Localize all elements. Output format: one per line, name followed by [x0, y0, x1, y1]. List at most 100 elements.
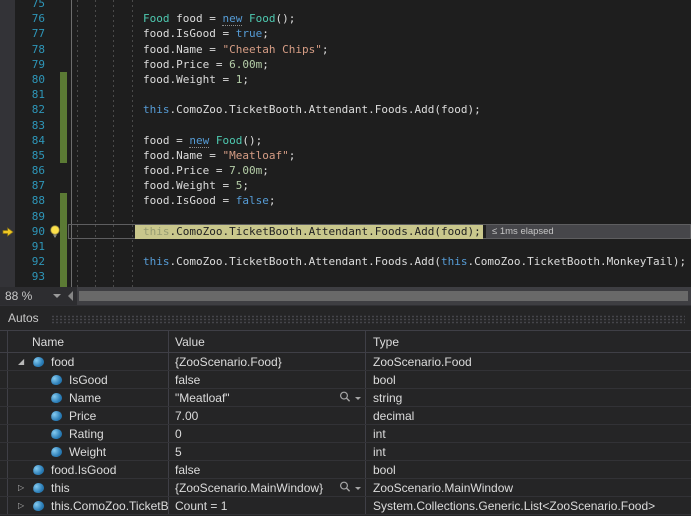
- field-icon: [50, 391, 63, 403]
- autos-name: IsGood: [69, 373, 108, 387]
- code-token: ;: [262, 164, 269, 177]
- autos-title-bar[interactable]: Autos: [0, 305, 691, 330]
- code-token: .ComoZoo.TicketBooth.MonkeyTail);: [468, 255, 687, 268]
- autos-value: 5: [175, 445, 182, 459]
- autos-row[interactable]: IsGoodfalsebool: [0, 371, 691, 389]
- autos-row[interactable]: Weight5int: [0, 443, 691, 461]
- code-line[interactable]: 92this.ComoZoo.TicketBooth.Attendant.Foo…: [0, 254, 691, 269]
- autos-row[interactable]: ▷this.ComoZoo.TicketBoCount = 1System.Co…: [0, 497, 691, 515]
- code-token: food.Name =: [143, 43, 222, 56]
- code-line[interactable]: 86food.Price = 7.00m;: [0, 163, 691, 178]
- code-line[interactable]: 77 food.IsGood = true;: [0, 26, 691, 41]
- code-line[interactable]: 80food.Weight = 1;: [0, 72, 691, 87]
- code-line[interactable]: ≤ 1ms elapsed90this.ComoZoo.TicketBooth.…: [0, 224, 691, 239]
- left-triangle-icon: [68, 291, 73, 301]
- code-line[interactable]: 78food.Name = "Cheetah Chips";: [0, 42, 691, 57]
- line-number: 83: [15, 118, 45, 133]
- code-token: this: [143, 225, 170, 238]
- row-stub: [0, 371, 8, 388]
- code-line[interactable]: 89: [0, 209, 691, 224]
- expander-collapsed-icon[interactable]: ▷: [16, 483, 33, 492]
- code-line[interactable]: 82this.ComoZoo.TicketBooth.Attendant.Foo…: [0, 102, 691, 117]
- autos-value: false: [175, 463, 200, 477]
- autos-rows: ◢food{ZooScenario.Food}ZooScenario.FoodI…: [0, 353, 691, 515]
- code-editor[interactable]: 7576Food food = new Food();77food.IsGood…: [0, 0, 691, 287]
- autos-header: Name Value Type: [0, 330, 691, 353]
- code-token: food.IsGood =: [143, 194, 236, 207]
- horizontal-scrollbar[interactable]: 88 %: [0, 287, 691, 305]
- code-line[interactable]: 91: [0, 239, 691, 254]
- code-line[interactable]: 76Food food = new Food();: [0, 11, 691, 26]
- autos-name-cell: ◢food: [8, 353, 169, 370]
- code-token: Food: [216, 134, 243, 147]
- zoom-control[interactable]: 88 %: [0, 289, 63, 303]
- code-token: Food: [249, 12, 276, 25]
- code-token: ;: [322, 43, 329, 56]
- row-stub: [0, 407, 8, 424]
- header-stub: [0, 331, 8, 352]
- code-line[interactable]: 79food.Price = 6.00m;: [0, 57, 691, 72]
- perf-tip[interactable]: ≤ 1ms elapsed: [486, 225, 690, 238]
- code-text: food.Weight = 1;: [143, 72, 249, 87]
- code-token: ;: [262, 27, 269, 40]
- autos-row[interactable]: ▷this{ZooScenario.MainWindow}ZooScenario…: [0, 479, 691, 497]
- line-number: 77: [15, 26, 45, 41]
- code-token: food =: [170, 12, 223, 25]
- row-stub: [0, 479, 8, 496]
- code-text: food.IsGood = true;: [143, 26, 269, 41]
- line-number: 93: [15, 269, 45, 284]
- column-header-type[interactable]: Type: [366, 331, 691, 352]
- line-number: 85: [15, 148, 45, 163]
- lightbulb-icon[interactable]: [49, 225, 61, 238]
- scrollbar-thumb[interactable]: [79, 291, 688, 301]
- row-stub: [0, 443, 8, 460]
- autos-name: food.IsGood: [51, 463, 116, 477]
- field-icon: [32, 463, 45, 475]
- code-token: .ComoZoo.TicketBooth.Attendant.Foods.Add…: [170, 103, 481, 116]
- code-text: this.ComoZoo.TicketBooth.Attendant.Foods…: [143, 254, 686, 269]
- code-token: [242, 12, 249, 25]
- autos-row[interactable]: ◢food{ZooScenario.Food}ZooScenario.Food: [0, 353, 691, 371]
- scrollbar-track[interactable]: [77, 287, 691, 305]
- autos-value-cell: false: [169, 461, 366, 478]
- autos-name-cell: Price: [8, 407, 169, 424]
- code-line[interactable]: 85food.Name = "Meatloaf";: [0, 148, 691, 163]
- autos-value: {ZooScenario.MainWindow}: [175, 481, 323, 495]
- code-line[interactable]: 81: [0, 87, 691, 102]
- code-token: new: [222, 12, 242, 26]
- line-number: 76: [15, 11, 45, 26]
- autos-value: 0: [175, 427, 182, 441]
- code-token: "Meatloaf": [222, 149, 288, 162]
- autos-row[interactable]: Price7.00decimal: [0, 407, 691, 425]
- column-header-value[interactable]: Value: [169, 331, 366, 352]
- autos-name: Weight: [69, 445, 106, 459]
- line-number: 87: [15, 178, 45, 193]
- code-line[interactable]: 93: [0, 269, 691, 284]
- code-token: food.IsGood =: [143, 27, 236, 40]
- autos-value-cell: {ZooScenario.MainWindow}: [169, 479, 366, 496]
- code-token: true: [236, 27, 263, 40]
- code-text: food.Weight = 5;: [143, 178, 249, 193]
- expander-collapsed-icon[interactable]: ▷: [16, 501, 33, 510]
- code-text: this.ComoZoo.TicketBooth.Attendant.Foods…: [143, 102, 481, 117]
- code-line[interactable]: 87 food.Weight = 5;: [0, 178, 691, 193]
- scroll-left-button[interactable]: [63, 291, 77, 301]
- code-token: new: [189, 134, 209, 148]
- autos-value-cell: 0: [169, 425, 366, 442]
- expander-expanded-icon[interactable]: ◢: [16, 357, 33, 366]
- code-line[interactable]: 84food = new Food();: [0, 133, 691, 148]
- code-token: .ComoZoo.TicketBooth.Attendant.Foods.Add…: [170, 255, 442, 268]
- autos-row[interactable]: Name"Meatloaf"string: [0, 389, 691, 407]
- code-line[interactable]: 83: [0, 118, 691, 133]
- autos-row[interactable]: food.IsGood false bool: [0, 461, 691, 479]
- autos-row[interactable]: Rating0int: [0, 425, 691, 443]
- current-statement-arrow-icon[interactable]: [2, 227, 14, 237]
- column-header-name[interactable]: Name: [8, 331, 169, 352]
- code-line[interactable]: 88food.IsGood = false;: [0, 193, 691, 208]
- code-token: ;: [242, 73, 249, 86]
- magnifier-icon[interactable]: [339, 391, 361, 403]
- autos-value: Count = 1: [175, 499, 227, 513]
- magnifier-icon[interactable]: [339, 481, 361, 493]
- code-line[interactable]: 75: [0, 0, 691, 11]
- autos-type-cell: bool: [366, 461, 691, 478]
